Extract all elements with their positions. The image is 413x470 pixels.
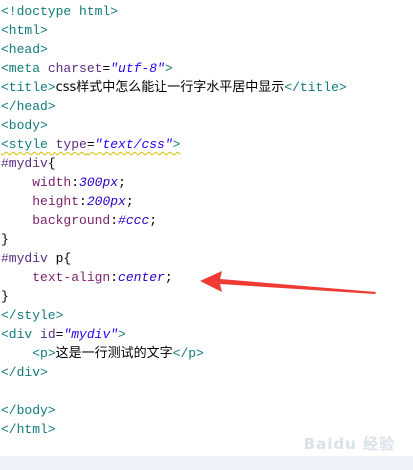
paragraph-text: 这是一行测试的文字 (55, 346, 173, 361)
style-tag-close: > (172, 137, 181, 152)
code-editor[interactable]: <!doctype html> <html> <head> <meta char… (0, 0, 413, 470)
open-brace: { (63, 251, 72, 266)
code-line-2: <html> (0, 21, 413, 40)
code-line-20: </div> (0, 363, 413, 382)
code-line-6: </head> (0, 97, 413, 116)
p-close-tag: </p> (172, 346, 204, 361)
type-value: "text/css" (94, 137, 173, 152)
style-tag-squiggle: <style type="text/css"> (1, 137, 180, 152)
div-tag-close: > (118, 327, 126, 342)
code-line-5: <title>css样式中怎么能让一行字水平居中显示</title> (0, 78, 413, 97)
html-close-tag: </html> (1, 422, 56, 437)
code-line-1: <!doctype html> (0, 2, 413, 21)
code-line-17: </style> (0, 306, 413, 325)
body-close-tag: </body> (1, 403, 56, 418)
code-line-10: width:300px; (0, 173, 413, 192)
code-line-8: <style type="text/css"> (0, 135, 413, 154)
red-arrow-annotation (200, 271, 376, 294)
css-value: #ccc (118, 213, 150, 228)
div-close-tag: </div> (1, 365, 48, 380)
colon: : (110, 270, 119, 285)
head-open-tag: <head> (1, 42, 48, 57)
code-line-14: #mydiv p{ (0, 249, 413, 268)
charset-value: "utf-8" (110, 61, 165, 76)
meta-tag-close: > (164, 61, 173, 76)
id-attr: id (40, 327, 56, 342)
footer-bar (0, 456, 413, 470)
title-text: css样式中怎么能让一行字水平居中显示 (55, 80, 285, 95)
code-line-11: height:200px; (0, 192, 413, 211)
html-open-tag: <html> (1, 23, 48, 38)
css-property: height (32, 194, 80, 209)
style-close-tag: </style> (1, 308, 64, 323)
semicolon: ; (125, 194, 134, 209)
div-tag-open: <div (1, 327, 41, 342)
charset-attr: charset (47, 61, 103, 76)
close-brace: } (1, 232, 9, 247)
css-property: text-align (32, 270, 111, 285)
code-line-12: background:#ccc; (0, 211, 413, 230)
head-close-tag: </head> (1, 99, 56, 114)
colon: : (71, 175, 80, 190)
meta-tag-open: <meta (1, 61, 48, 76)
equals-sign: = (86, 137, 95, 152)
title-close-tag: </title> (284, 80, 347, 95)
css-selector: #mydiv (1, 156, 48, 171)
css-value: 300px (79, 175, 119, 190)
css-value: 200px (86, 194, 126, 209)
code-line-22: </body> (0, 401, 413, 420)
id-value: "mydiv" (63, 327, 119, 342)
code-line-9: #mydiv{ (0, 154, 413, 173)
code-line-3: <head> (0, 40, 413, 59)
open-brace: { (47, 156, 56, 171)
doctype-tag: <!doctype html> (1, 4, 119, 19)
css-property: background (32, 213, 111, 228)
type-attr: type (55, 137, 87, 152)
baidu-watermark: Baidu 经验 (303, 435, 395, 453)
css-selector: #mydiv (1, 251, 56, 266)
close-brace: } (1, 289, 9, 304)
semicolon: ; (164, 270, 173, 285)
colon: : (110, 213, 119, 228)
css-property: width (32, 175, 72, 190)
colon: : (79, 194, 87, 209)
css-value: center (118, 270, 165, 285)
code-line-13: } (0, 230, 413, 249)
code-line-4: <meta charset="utf-8"> (0, 59, 413, 78)
semicolon: ; (149, 213, 158, 228)
body-open-tag: <body> (1, 118, 48, 133)
p-open-tag: <p> (32, 346, 56, 361)
code-line-18: <div id="mydiv"> (0, 325, 413, 344)
code-line-7: <body> (0, 116, 413, 135)
code-area[interactable]: <!doctype html> <html> <head> <meta char… (0, 2, 413, 439)
code-line-19: <p>这是一行测试的文字</p> (0, 344, 413, 363)
style-tag-open: <style (1, 137, 56, 152)
arrow-shape (200, 271, 376, 294)
title-open-tag: <title> (1, 80, 56, 95)
semicolon: ; (118, 175, 126, 190)
